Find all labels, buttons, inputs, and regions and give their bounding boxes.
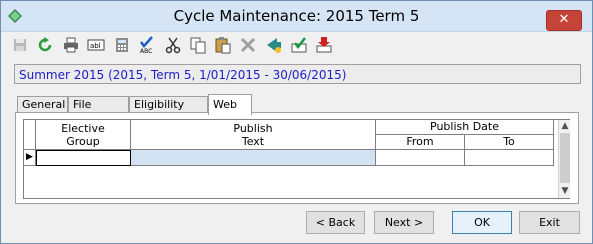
cell-elective-group[interactable] — [36, 150, 131, 166]
back-button[interactable]: < Back — [306, 211, 365, 234]
cycle-context-label: Summer 2015 (2015, Term 5, 1/01/2015 - 3… — [19, 68, 347, 82]
scroll-down-icon[interactable]: ▼ — [559, 185, 571, 197]
calculator-icon[interactable] — [113, 36, 131, 54]
copy-icon[interactable] — [189, 36, 207, 54]
grid-corner-header — [24, 120, 36, 150]
spellcheck-icon[interactable]: ABC — [139, 36, 157, 54]
tab-general[interactable]: General — [17, 96, 68, 113]
cut-icon[interactable] — [164, 36, 182, 54]
refresh-icon[interactable] — [36, 36, 54, 54]
scroll-up-icon[interactable]: ▲ — [559, 120, 571, 132]
title-bar[interactable]: Cycle Maintenance: 2015 Term 5 ✕ — [1, 1, 592, 32]
svg-text:abl: abl — [90, 42, 101, 50]
window-title: Cycle Maintenance: 2015 Term 5 — [173, 7, 420, 25]
scroll-thumb[interactable] — [560, 133, 570, 183]
import-icon[interactable] — [315, 36, 333, 54]
approve-icon[interactable] — [290, 36, 308, 54]
paste-icon[interactable] — [214, 36, 232, 54]
delete-icon[interactable] — [239, 36, 257, 54]
header-to[interactable]: To — [465, 135, 554, 150]
header-from[interactable]: From — [376, 135, 465, 150]
header-elective-group[interactable]: Elective Group — [36, 120, 131, 150]
web-tab-panel: Elective Group Publish Text Publish Date… — [15, 112, 579, 204]
cell-publish-from[interactable] — [376, 150, 465, 166]
dialog-window: Cycle Maintenance: 2015 Term 5 ✕ abl ABC — [0, 0, 593, 244]
toolbar: abl ABC — [7, 36, 347, 56]
header-publish-text[interactable]: Publish Text — [131, 120, 376, 150]
header-publish-date: Publish Date — [376, 120, 554, 135]
cycle-context-bar: Summer 2015 (2015, Term 5, 1/01/2015 - 3… — [14, 64, 581, 84]
field-label-icon[interactable]: abl — [87, 36, 105, 54]
ok-button[interactable]: OK — [452, 211, 512, 234]
navigate-icon[interactable] — [265, 36, 283, 54]
print-icon[interactable] — [62, 36, 80, 54]
next-button[interactable]: Next > — [374, 211, 434, 234]
exit-button[interactable]: Exit — [519, 211, 580, 234]
cell-publish-text[interactable] — [131, 150, 376, 166]
publish-grid: Elective Group Publish Text Publish Date… — [23, 119, 570, 199]
row-indicator: ▶ — [24, 150, 36, 166]
tab-file-types[interactable]: File Types — [68, 96, 129, 127]
tab-web[interactable]: Web — [208, 94, 252, 115]
cell-publish-to[interactable] — [465, 150, 554, 166]
grid-scrollbar[interactable]: ▲ ▼ — [558, 120, 570, 198]
svg-text:ABC: ABC — [140, 48, 152, 54]
close-button[interactable]: ✕ — [546, 10, 582, 31]
tab-eligibility-rules[interactable]: Eligibility Rules — [129, 96, 208, 127]
save-icon[interactable] — [11, 36, 29, 54]
